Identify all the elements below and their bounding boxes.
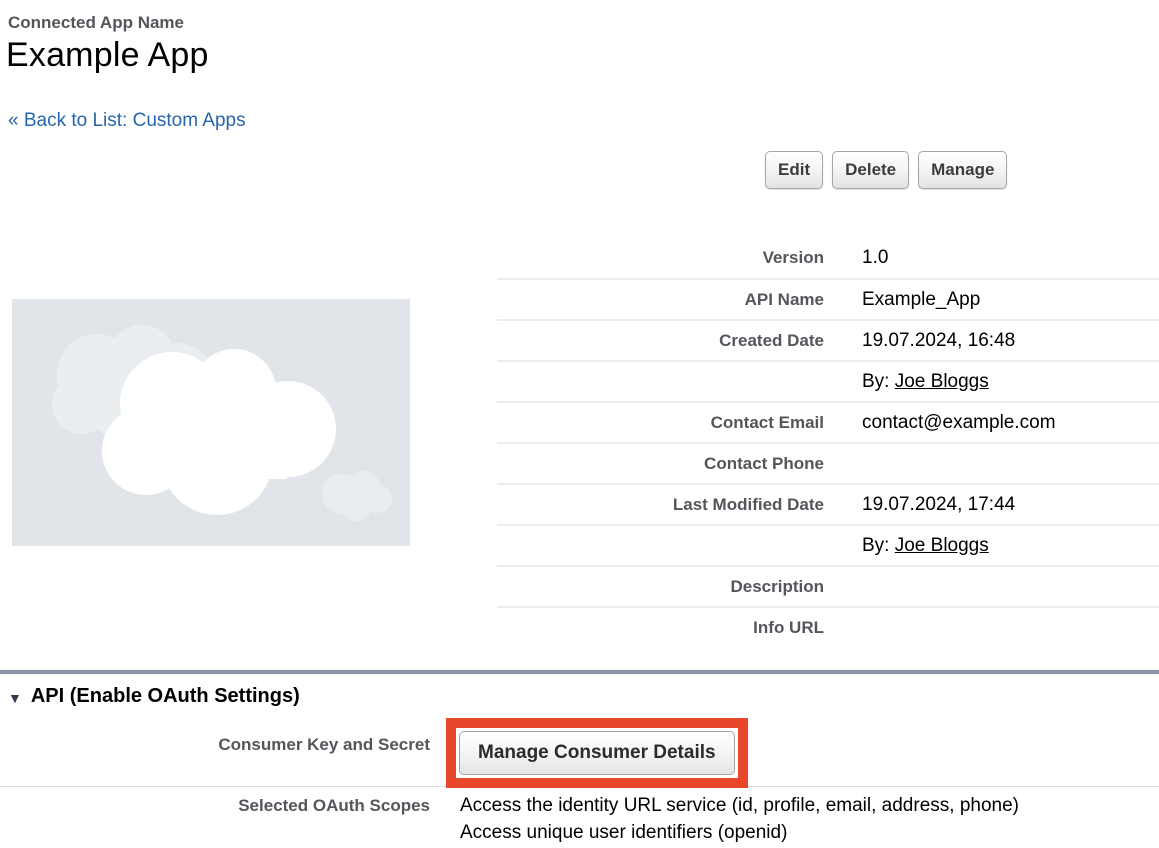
section-divider-bar <box>0 670 1159 674</box>
field-value: contact@example.com <box>824 412 1056 434</box>
selected-oauth-scopes-values: Access the identity URL service (id, pro… <box>460 792 1019 846</box>
field-label: Last Modified Date <box>497 495 824 515</box>
field-label: Version <box>497 248 824 268</box>
collapse-triangle-icon[interactable]: ▼ <box>8 690 22 706</box>
field-value: 1.0 <box>824 247 888 269</box>
manage-consumer-details-button[interactable]: Manage Consumer Details <box>459 731 735 775</box>
detail-row-contact-email: Contact Email contact@example.com <box>497 401 1159 442</box>
detail-row-version: Version 1.0 <box>497 237 1159 278</box>
app-logo-image <box>12 299 410 546</box>
edit-button[interactable]: Edit <box>765 151 823 189</box>
detail-row-api-name: API Name Example_App <box>497 278 1159 319</box>
delete-button[interactable]: Delete <box>832 151 909 189</box>
detail-table: Version 1.0 API Name Example_App Created… <box>497 237 1159 647</box>
toolbar: Edit Delete Manage <box>765 151 1007 189</box>
field-label: Contact Phone <box>497 454 824 474</box>
field-value: By: Joe Bloggs <box>824 535 989 557</box>
field-value: By: Joe Bloggs <box>824 371 989 393</box>
oauth-scope-item: Access unique user identifiers (openid) <box>460 819 1019 846</box>
detail-row-info-url: Info URL <box>497 606 1159 647</box>
highlight-annotation-box: Manage Consumer Details <box>446 718 748 788</box>
field-label: Info URL <box>497 618 824 638</box>
consumer-key-secret-label: Consumer Key and Secret <box>0 735 430 755</box>
oauth-section-title: API (Enable OAuth Settings) <box>31 685 300 708</box>
oauth-scope-item: Access the identity URL service (id, pro… <box>460 792 1019 819</box>
field-label: API Name <box>497 290 824 310</box>
detail-row-modified-by: By: Joe Bloggs <box>497 524 1159 565</box>
field-label: Description <box>497 577 824 597</box>
page-title: Example App <box>6 36 209 75</box>
cloud-illustration-icon <box>12 299 410 546</box>
detail-row-description: Description <box>497 565 1159 606</box>
field-label: Contact Email <box>497 413 824 433</box>
modified-by-user-link[interactable]: Joe Bloggs <box>895 535 989 556</box>
by-prefix: By: <box>862 371 895 392</box>
back-to-list-link[interactable]: « Back to List: Custom Apps <box>8 110 246 132</box>
created-by-user-link[interactable]: Joe Bloggs <box>895 371 989 392</box>
field-value: Example_App <box>824 289 980 311</box>
field-label: Created Date <box>497 331 824 351</box>
selected-oauth-scopes-label: Selected OAuth Scopes <box>0 796 430 816</box>
oauth-section-header[interactable]: ▼ API (Enable OAuth Settings) <box>8 685 300 708</box>
detail-row-created-date: Created Date 19.07.2024, 16:48 <box>497 319 1159 360</box>
field-value: 19.07.2024, 17:44 <box>824 494 1015 516</box>
manage-button[interactable]: Manage <box>918 151 1007 189</box>
by-prefix: By: <box>862 535 895 556</box>
detail-row-last-modified-date: Last Modified Date 19.07.2024, 17:44 <box>497 483 1159 524</box>
field-value: 19.07.2024, 16:48 <box>824 330 1015 352</box>
connected-app-detail-page: Connected App Name Example App « Back to… <box>0 0 1159 848</box>
detail-row-contact-phone: Contact Phone <box>497 442 1159 483</box>
detail-row-created-by: By: Joe Bloggs <box>497 360 1159 401</box>
entity-type-label: Connected App Name <box>8 13 184 33</box>
